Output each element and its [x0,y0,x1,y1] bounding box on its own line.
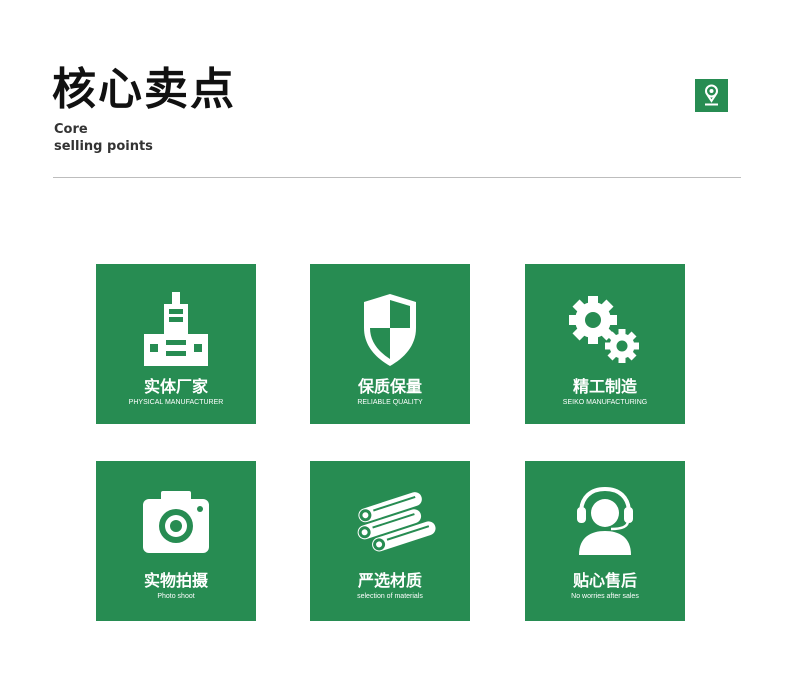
page-title: 核心卖点 [52,64,236,115]
feature-card-photo: 实物拍摄 Photo shoot [96,461,256,621]
factory-icon [96,290,256,370]
card-title: 保质保量 [357,377,422,396]
feature-card-after-sales: 贴心售后 No worries after sales [525,461,685,621]
page: 核心卖点 Core selling points 实体厂家 PHYSICAL M… [0,0,790,679]
headset-icon [525,483,685,563]
shield-icon [310,290,470,370]
card-title: 精工制造 [572,377,637,396]
header-divider [53,177,741,178]
camera-icon [96,483,256,563]
card-title: 严选材质 [357,571,422,590]
subtitle-line-1: Core [54,122,88,137]
feature-card-seiko: 精工制造 SEIKO MANUFACTURING [525,264,685,424]
card-title: 实物拍摄 [143,571,208,590]
feature-card-manufacturer: 实体厂家 PHYSICAL MANUFACTURER [96,264,256,424]
gears-icon [525,290,685,370]
card-subtitle: RELIABLE QUALITY [357,399,423,406]
card-subtitle: PHYSICAL MANUFACTURER [128,399,224,406]
card-subtitle: selection of materials [357,593,423,600]
feature-card-materials: 严选材质 selection of materials [310,461,470,621]
map-pin-icon[interactable] [695,79,728,112]
feature-card-quality: 保质保量 RELIABLE QUALITY [310,264,470,424]
card-subtitle: SEIKO MANUFACTURING [562,399,648,406]
card-subtitle: Photo shoot [157,593,195,600]
pipes-icon [310,483,470,563]
page-subtitle: Core selling points [54,121,153,155]
subtitle-line-2: selling points [54,139,153,154]
card-subtitle: No worries after sales [571,593,639,600]
card-title: 实体厂家 [143,377,208,396]
card-title: 贴心售后 [572,571,637,590]
